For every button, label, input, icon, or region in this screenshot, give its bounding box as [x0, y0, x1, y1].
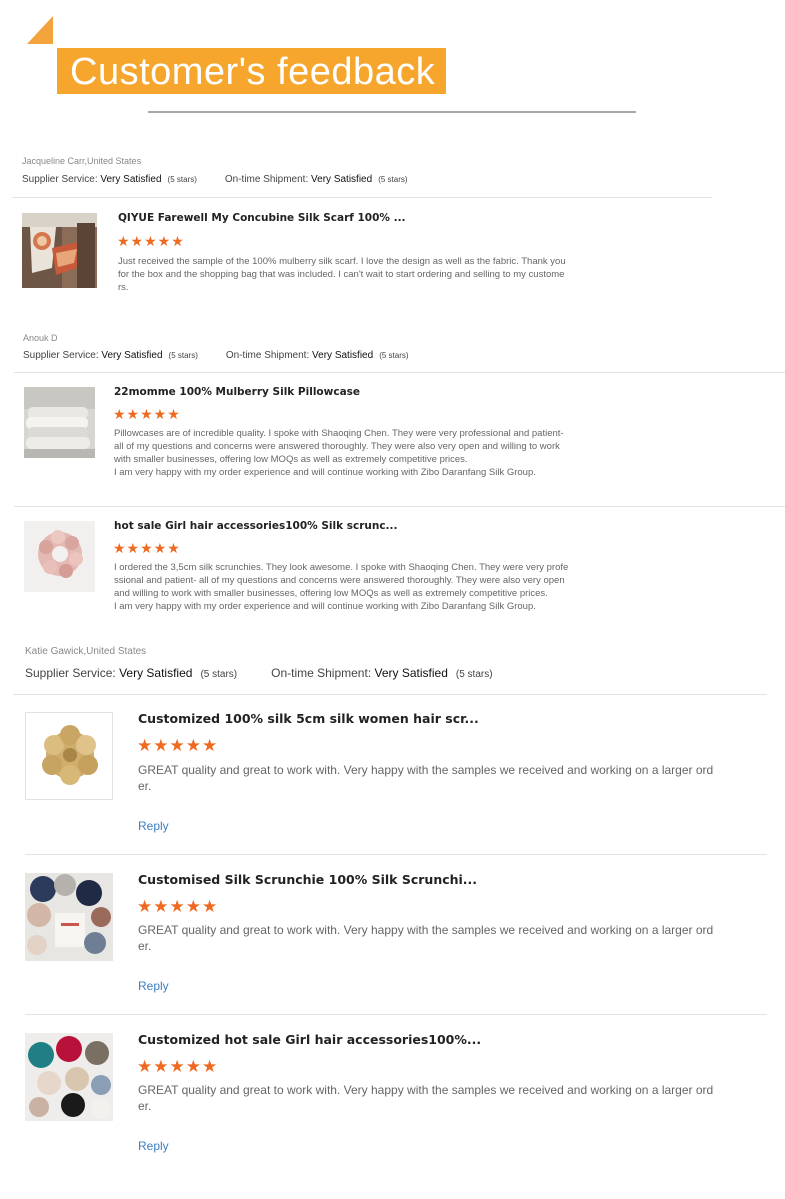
section-divider	[14, 372, 785, 373]
supplier-service-value: Very Satisfied	[101, 350, 163, 361]
review-text: GREAT quality and great to work with. Ve…	[138, 1083, 714, 1113]
supplier-service-label: Supplier Service:	[23, 350, 99, 361]
title-divider	[148, 111, 636, 113]
product-title[interactable]: hot sale Girl hair accessories100% Silk …	[114, 520, 398, 532]
review-text: I ordered the 3,5cm silk scrunchies. The…	[114, 562, 569, 612]
shipment-label: On-time Shipment:	[224, 174, 309, 185]
product-title[interactable]: 22momme 100% Mulberry Silk Pillowcase	[114, 386, 360, 398]
product-thumbnail-gold-scrunchie[interactable]	[25, 712, 113, 800]
shipment-value: Very Satisfied	[312, 350, 374, 361]
supplier-service-label: Supplier Service:	[25, 666, 116, 680]
item-divider	[25, 1014, 767, 1015]
review-text: Just received the sample of the 100% mul…	[118, 256, 566, 293]
title-corner-decoration	[27, 16, 53, 44]
product-title[interactable]: Customised Silk Scrunchie 100% Silk Scru…	[138, 872, 477, 887]
product-thumbnail-pillowcase[interactable]	[24, 387, 95, 458]
shipment-stars: (5 stars)	[378, 175, 408, 184]
reply-link[interactable]: Reply	[138, 819, 169, 833]
shipment-value: Very Satisfied	[311, 174, 373, 185]
rating-summary: Supplier Service: Very Satisfied (5 stars…	[23, 350, 409, 361]
shipment-stars: (5 stars)	[455, 669, 493, 680]
review-text: Pillowcases are of incredible quality. I…	[114, 428, 564, 478]
shipment-stars: (5 stars)	[379, 351, 409, 360]
supplier-service-value: Very Satisfied	[100, 174, 162, 185]
star-rating: ★★★★★	[113, 540, 181, 556]
product-thumbnail-scrunchie[interactable]	[24, 521, 95, 592]
product-thumbnail-colorful-scrunchies[interactable]	[25, 1033, 113, 1121]
product-thumbnail-scrunchie-set[interactable]	[25, 873, 113, 961]
supplier-service-stars: (5 stars)	[168, 351, 198, 360]
shipment-value: Very Satisfied	[374, 666, 448, 680]
shipment-label: On-time Shipment:	[271, 666, 372, 680]
shipment-label: On-time Shipment:	[225, 350, 310, 361]
page-title: Customer's feedback	[70, 51, 436, 93]
star-rating: ★★★★★	[137, 1057, 219, 1076]
supplier-service-label: Supplier Service:	[22, 174, 98, 185]
rating-summary: Supplier Service: Very Satisfied (5 stars…	[22, 174, 408, 185]
reply-link[interactable]: Reply	[138, 1139, 169, 1153]
review-text: GREAT quality and great to work with. Ve…	[138, 763, 714, 793]
star-rating: ★★★★★	[117, 233, 185, 249]
star-rating: ★★★★★	[137, 736, 219, 755]
supplier-service-stars: (5 stars)	[200, 669, 238, 680]
section-divider	[13, 694, 767, 695]
item-divider	[25, 854, 767, 855]
product-title[interactable]: Customized 100% silk 5cm silk women hair…	[138, 711, 479, 726]
rating-summary: Supplier Service: Very Satisfied (5 stars…	[25, 666, 493, 680]
review-text: GREAT quality and great to work with. Ve…	[138, 923, 714, 953]
item-divider	[14, 506, 785, 507]
star-rating: ★★★★★	[137, 897, 219, 916]
reviewer-name: Katie Gawick,United States	[25, 646, 147, 657]
reply-link[interactable]: Reply	[138, 979, 169, 993]
product-thumbnail-scarf[interactable]	[22, 213, 97, 288]
section-divider	[12, 197, 712, 198]
reviewer-name: Jacqueline Carr,United States	[22, 156, 142, 166]
star-rating: ★★★★★	[113, 406, 181, 422]
reviewer-name: Anouk D	[23, 333, 58, 343]
product-title[interactable]: QIYUE Farewell My Concubine Silk Scarf 1…	[118, 212, 406, 224]
product-title[interactable]: Customized hot sale Girl hair accessorie…	[138, 1032, 481, 1047]
supplier-service-stars: (5 stars)	[167, 175, 197, 184]
supplier-service-value: Very Satisfied	[119, 666, 193, 680]
